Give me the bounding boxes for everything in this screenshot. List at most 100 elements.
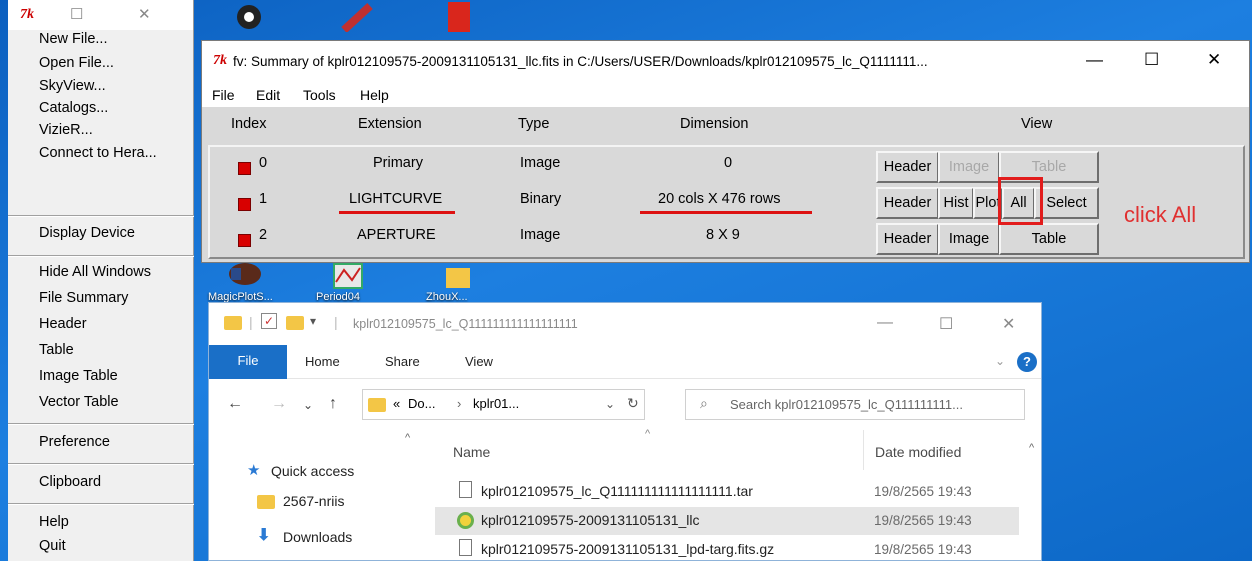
header-button[interactable]: Header: [876, 223, 939, 255]
menu-image-table[interactable]: Image Table: [39, 368, 118, 384]
tab-file[interactable]: File: [209, 345, 287, 379]
breadcrumb-separator: ›: [457, 396, 462, 411]
menu-file-summary[interactable]: File Summary: [39, 290, 128, 306]
scroll-up-icon[interactable]: ^: [1029, 442, 1034, 454]
close-icon[interactable]: ✕: [1207, 50, 1221, 70]
menu-table[interactable]: Table: [39, 342, 74, 358]
maximize-icon[interactable]: ☐: [70, 5, 83, 23]
tab-home[interactable]: Home: [305, 354, 340, 369]
row-dimension: 20 cols X 476 rows: [658, 191, 781, 207]
image-button[interactable]: Image: [938, 223, 1000, 255]
file-explorer-window: | ✓ ▾ | kplr012109575_lc_Q11111111111111…: [208, 302, 1042, 561]
folder-icon[interactable]: [442, 262, 476, 292]
menu-quit[interactable]: Quit: [39, 538, 66, 554]
menu-vizier[interactable]: VizieR...: [39, 122, 93, 138]
header-button[interactable]: Header: [876, 151, 939, 183]
menu-tools[interactable]: Tools: [303, 87, 336, 103]
address-bar: ← → ⌄ ↑ « Do... › kplr01... ⌄ ↻ ⌕ Search…: [209, 380, 1041, 428]
summary-titlebar[interactable]: 7k fv: Summary of kplr012109575-20091311…: [202, 41, 1249, 81]
menu-header[interactable]: Header: [39, 316, 87, 332]
maximize-icon[interactable]: ☐: [939, 314, 953, 334]
menu-catalogs[interactable]: Catalogs...: [39, 100, 108, 116]
breadcrumb-overflow[interactable]: «: [393, 396, 400, 411]
select-button[interactable]: Select: [1034, 187, 1099, 219]
chevron-down-icon[interactable]: ⌄: [605, 397, 615, 411]
menu-edit[interactable]: Edit: [256, 87, 280, 103]
window-title: fv: Summary of kplr012109575-20091311051…: [233, 54, 928, 69]
address-field[interactable]: « Do... › kplr01... ⌄ ↻: [362, 389, 645, 420]
recent-dropdown-icon[interactable]: ⌄: [303, 398, 313, 412]
minimize-icon[interactable]: —: [877, 314, 893, 332]
list-item-selected[interactable]: kplr012109575-2009131105131_llc 19/8/256…: [435, 507, 1019, 535]
menu-hide-all-windows[interactable]: Hide All Windows: [39, 264, 151, 280]
row-extension: APERTURE: [357, 227, 436, 243]
menu-preference[interactable]: Preference: [39, 434, 110, 450]
fv-summary-window: 7k fv: Summary of kplr012109575-20091311…: [201, 40, 1250, 263]
search-field[interactable]: ⌕ Search kplr012109575_lc_Q111111111...: [685, 389, 1025, 420]
menu-help[interactable]: Help: [360, 87, 389, 103]
file-icon: [459, 481, 472, 498]
maximize-icon[interactable]: ☐: [1144, 50, 1159, 70]
quick-access-dropdown-icon[interactable]: ▾: [310, 314, 316, 328]
column-date-modified[interactable]: Date modified: [875, 444, 961, 460]
pdf-app-icon[interactable]: [440, 2, 474, 32]
hist-button[interactable]: Hist: [938, 187, 974, 219]
help-icon[interactable]: ?: [1017, 352, 1037, 372]
file-date: 19/8/2565 19:43: [874, 542, 972, 557]
fv-main-window: 7k ☐ ✕ New File... Open File... SkyView.…: [8, 0, 194, 561]
menu-skyview[interactable]: SkyView...: [39, 78, 106, 94]
hdu-select-checkbox[interactable]: [238, 234, 251, 247]
breadcrumb-current[interactable]: kplr01...: [473, 396, 519, 411]
menu-new-file[interactable]: New File...: [39, 31, 108, 47]
header-button[interactable]: Header: [876, 187, 939, 219]
nav-folder[interactable]: 2567-nriis: [283, 493, 344, 509]
new-folder-icon[interactable]: [286, 316, 304, 330]
menu-help[interactable]: Help: [39, 514, 69, 530]
ribbon: File Home Share View ⌄ ?: [209, 345, 1041, 379]
tab-share[interactable]: Share: [385, 354, 420, 369]
image-button[interactable]: Image: [938, 151, 1000, 183]
hdu-select-checkbox[interactable]: [238, 198, 251, 211]
breadcrumb-downloads[interactable]: Do...: [408, 396, 435, 411]
folder-icon: [257, 495, 275, 509]
sort-ascending-icon: ^: [645, 428, 651, 440]
nav-downloads[interactable]: Downloads: [283, 529, 352, 545]
desktop-app-icon[interactable]: [340, 2, 374, 32]
tab-view[interactable]: View: [465, 354, 493, 369]
nav-quick-access[interactable]: Quick access: [271, 463, 354, 479]
refresh-icon[interactable]: ↻: [627, 395, 639, 412]
menu-clipboard[interactable]: Clipboard: [39, 474, 101, 490]
list-item[interactable]: kplr012109575-2009131105131_lpd-targ.fit…: [435, 536, 1019, 560]
menu-file[interactable]: File: [212, 87, 235, 103]
magicplot-icon[interactable]: [227, 262, 261, 292]
menu-connect-hera[interactable]: Connect to Hera...: [39, 145, 157, 161]
menu-vector-table[interactable]: Vector Table: [39, 394, 119, 410]
chevron-down-icon[interactable]: ⌄: [995, 354, 1005, 368]
properties-icon[interactable]: ✓: [261, 313, 277, 329]
column-name[interactable]: Name: [453, 444, 490, 460]
minimize-icon[interactable]: —: [1086, 50, 1103, 70]
annotation-underline: [640, 211, 812, 214]
forward-icon[interactable]: →: [271, 395, 287, 413]
desktop-app-icon[interactable]: [232, 2, 266, 32]
hdu-select-checkbox[interactable]: [238, 162, 251, 175]
table-button[interactable]: Table: [999, 223, 1099, 255]
file-name: kplr012109575-2009131105131_lpd-targ.fit…: [481, 541, 775, 557]
close-icon[interactable]: ✕: [1002, 314, 1015, 334]
period04-icon[interactable]: [332, 262, 366, 292]
menu-separator: [8, 463, 194, 465]
up-icon[interactable]: ↑: [329, 395, 337, 413]
col-header-type: Type: [518, 116, 550, 132]
menu-open-file[interactable]: Open File...: [39, 55, 114, 71]
menu-display-device[interactable]: Display Device: [39, 225, 135, 241]
tk-logo: 7k: [213, 53, 227, 68]
back-icon[interactable]: ←: [227, 395, 243, 413]
scroll-up-icon[interactable]: ^: [405, 432, 410, 444]
list-item[interactable]: kplr012109575_lc_Q111111111111111111.tar…: [435, 478, 1019, 506]
close-icon[interactable]: ✕: [138, 5, 151, 23]
file-name: kplr012109575_lc_Q111111111111111111.tar: [481, 483, 753, 499]
col-header-dimension: Dimension: [680, 116, 749, 132]
explorer-titlebar[interactable]: | ✓ ▾ | kplr012109575_lc_Q11111111111111…: [209, 303, 1041, 345]
separator-icon: |: [334, 314, 338, 330]
fv-main-titlebar[interactable]: 7k ☐ ✕: [8, 0, 193, 30]
